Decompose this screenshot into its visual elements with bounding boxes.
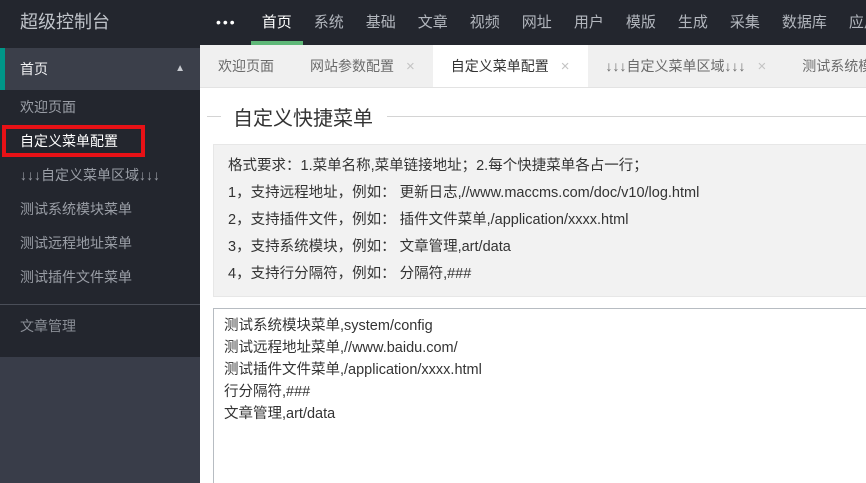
- header-rule-line: [387, 115, 866, 117]
- tab-label: 欢迎页面: [218, 58, 274, 74]
- topnav-item-apps[interactable]: 应用: [838, 0, 866, 45]
- tab-custom-menu-config[interactable]: 自定义菜单配置 ×: [432, 45, 588, 87]
- page-header: 自定义快捷菜单: [207, 88, 866, 144]
- tab-welcome[interactable]: 欢迎页面: [200, 45, 292, 87]
- topnav-item-user[interactable]: 用户: [563, 0, 615, 45]
- tab-label: 自定义菜单配置: [450, 58, 549, 74]
- topnav-item-basic[interactable]: 基础: [355, 0, 407, 45]
- tip-line: 4，支持行分隔符，例如： 分隔符,###: [228, 266, 472, 282]
- page-content: 自定义快捷菜单 格式要求：1.菜单名称,菜单链接地址；2.每个快捷菜单各占一行；…: [200, 88, 866, 483]
- header-dash-line: [207, 115, 221, 117]
- top-bar: 超级控制台 ••• 首页 系统 基础 文章 视频 网址 用户 模版 生成 采集 …: [0, 0, 866, 45]
- tip-line: 3，支持系统模块，例如： 文章管理,art/data: [228, 239, 511, 255]
- topnav-item-generate[interactable]: 生成: [667, 0, 719, 45]
- tip-line: 格式要求：1.菜单名称,菜单链接地址；2.每个快捷菜单各占一行；: [228, 158, 648, 174]
- app-title: 超级控制台: [20, 12, 110, 32]
- sidebar-group-article[interactable]: 文章管理: [0, 305, 200, 347]
- sidebar-group-label: 首页: [20, 61, 48, 77]
- topnav-item-article[interactable]: 文章: [407, 0, 459, 45]
- sidebar-item-test-remote-url[interactable]: 测试远程地址菜单: [0, 226, 200, 260]
- close-icon[interactable]: ×: [561, 46, 570, 87]
- tab-label: 网站参数配置: [310, 58, 394, 74]
- close-icon[interactable]: ×: [406, 46, 415, 87]
- sidebar-menu: 首页 ▲ 欢迎页面 自定义菜单配置 ↓↓↓自定义菜单区域↓↓↓ 测试系统模块菜单…: [0, 45, 200, 357]
- main-panel: 欢迎页面 网站参数配置 × 自定义菜单配置 × ↓↓↓自定义菜单区域↓↓↓ × 测试系…: [200, 45, 866, 483]
- tab-label: ↓↓↓自定义菜单区域↓↓↓: [605, 58, 746, 74]
- format-tips-box: 格式要求：1.菜单名称,菜单链接地址；2.每个快捷菜单各占一行； 1，支持远程地…: [213, 144, 866, 297]
- sidebar: 首页 ▲ 欢迎页面 自定义菜单配置 ↓↓↓自定义菜单区域↓↓↓ 测试系统模块菜单…: [0, 45, 200, 483]
- tab-bar: 欢迎页面 网站参数配置 × 自定义菜单配置 × ↓↓↓自定义菜单区域↓↓↓ × 测试系…: [200, 45, 866, 88]
- topnav-item-system[interactable]: 系统: [303, 0, 355, 45]
- close-icon[interactable]: ×: [758, 46, 767, 87]
- sidebar-item-test-system-module[interactable]: 测试系统模块菜单: [0, 192, 200, 226]
- top-nav: 首页 系统 基础 文章 视频 网址 用户 模版 生成 采集 数据库 应用: [250, 0, 866, 45]
- more-menu-icon[interactable]: •••: [200, 0, 251, 45]
- topnav-item-collect[interactable]: 采集: [719, 0, 771, 45]
- topnav-item-video[interactable]: 视频: [459, 0, 511, 45]
- topnav-item-template[interactable]: 模版: [615, 0, 667, 45]
- tab-label: 测试系统模块菜单: [802, 58, 866, 74]
- tip-line: 2，支持插件文件，例如： 插件文件菜单,/application/xxxx.ht…: [228, 212, 629, 228]
- tab-test-system-module[interactable]: 测试系统模块菜单×: [784, 45, 866, 87]
- sidebar-item-custom-menu-config[interactable]: 自定义菜单配置: [0, 124, 200, 158]
- sidebar-group-home[interactable]: 首页 ▲: [0, 48, 200, 90]
- chevron-up-icon: ▲: [175, 63, 185, 74]
- topnav-item-home[interactable]: 首页: [250, 0, 303, 45]
- topnav-item-website[interactable]: 网址: [511, 0, 563, 45]
- sidebar-item-welcome[interactable]: 欢迎页面: [0, 90, 200, 124]
- tab-site-params[interactable]: 网站参数配置 ×: [292, 45, 433, 87]
- sidebar-item-custom-menu-area[interactable]: ↓↓↓自定义菜单区域↓↓↓: [0, 158, 200, 192]
- topnav-item-database[interactable]: 数据库: [771, 0, 838, 45]
- menu-config-textarea[interactable]: 测试系统模块菜单,system/config 测试远程地址菜单,//www.ba…: [213, 308, 866, 483]
- tab-custom-menu-area[interactable]: ↓↓↓自定义菜单区域↓↓↓ ×: [588, 45, 785, 87]
- page-title: 自定义快捷菜单: [233, 107, 373, 130]
- sidebar-item-test-plugin-file[interactable]: 测试插件文件菜单: [0, 260, 200, 294]
- tip-line: 1，支持远程地址，例如： 更新日志,//www.maccms.com/doc/v…: [228, 185, 700, 201]
